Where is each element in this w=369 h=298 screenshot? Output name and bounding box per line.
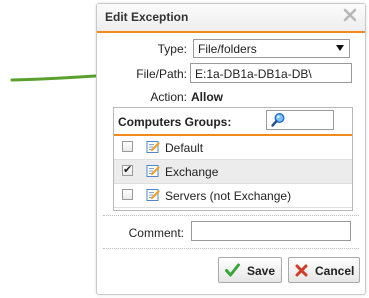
group-edit-icon xyxy=(146,189,160,201)
cancel-button-label: Cancel xyxy=(315,264,355,278)
group-label-default: Default xyxy=(165,141,204,155)
action-value: Allow xyxy=(191,90,223,104)
groups-header: Computers Groups: xyxy=(114,108,352,136)
group-row-default[interactable]: Default xyxy=(114,136,352,160)
filepath-label: File/Path: xyxy=(136,67,187,81)
cancel-button[interactable]: Cancel xyxy=(288,257,360,283)
groups-title: Computers Groups: xyxy=(118,115,232,129)
type-select-value: File/folders xyxy=(198,42,257,56)
type-label: Type: xyxy=(157,42,187,56)
comment-label: Comment: xyxy=(128,226,184,240)
close-icon xyxy=(295,264,308,277)
checkmark-icon xyxy=(225,263,240,277)
group-row-exchange[interactable]: ✔ Exchange xyxy=(114,160,352,184)
close-icon[interactable] xyxy=(342,7,358,23)
group-checkbox-default[interactable] xyxy=(122,141,133,152)
group-edit-icon xyxy=(146,165,160,177)
groups-search-input[interactable] xyxy=(266,110,334,130)
group-checkbox-exchange[interactable]: ✔ xyxy=(122,164,133,176)
search-icon xyxy=(271,112,285,127)
divider xyxy=(103,248,359,249)
filepath-input[interactable]: E:1a-DB1a-DB1a-DB\ xyxy=(190,63,352,83)
computer-groups-panel: Computers Groups: Default ✔ Exchange Ser… xyxy=(113,107,353,211)
comment-input[interactable] xyxy=(191,221,351,241)
group-edit-icon xyxy=(146,141,160,153)
save-button[interactable]: Save xyxy=(218,257,282,283)
group-checkbox-servers[interactable] xyxy=(122,189,133,200)
filepath-input-value: E:1a-DB1a-DB1a-DB\ xyxy=(195,67,312,81)
edit-exception-dialog: Edit Exception Type: File/folders File/P… xyxy=(96,3,366,295)
dialog-title: Edit Exception xyxy=(105,10,189,24)
dialog-title-bar: Edit Exception xyxy=(97,4,365,33)
type-select[interactable]: File/folders xyxy=(193,39,350,58)
divider xyxy=(103,215,359,216)
action-label: Action: xyxy=(150,90,187,104)
group-row-servers[interactable]: Servers (not Exchange) xyxy=(114,184,352,208)
save-button-label: Save xyxy=(247,264,276,278)
checkmark-icon: ✔ xyxy=(123,164,133,176)
group-label-servers: Servers (not Exchange) xyxy=(165,189,292,203)
chevron-down-icon xyxy=(336,45,344,51)
group-label-exchange: Exchange xyxy=(165,165,219,179)
